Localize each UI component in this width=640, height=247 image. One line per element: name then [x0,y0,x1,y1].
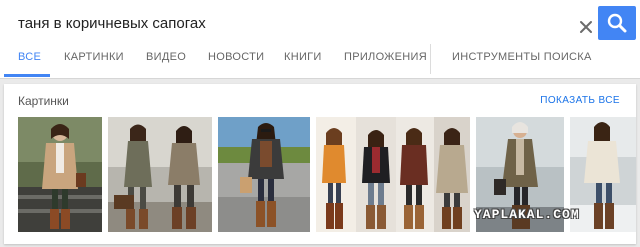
search-header: таня в коричневых сапогах ВСЕ КАРТИНКИ В… [0,0,640,79]
tab-books[interactable]: КНИГИ [284,51,322,63]
watermark-text: YAPLAKAL.COM [474,207,580,222]
search-query-text[interactable]: таня в коричневых сапогах [18,15,206,32]
tab-divider [430,44,431,74]
search-tabs: ВСЕ КАРТИНКИ ВИДЕО НОВОСТИ КНИГИ ПРИЛОЖЕ… [0,42,640,78]
show-all-link[interactable]: ПОКАЗАТЬ ВСЕ [540,95,620,106]
active-tab-indicator [4,74,50,77]
image-thumbnail[interactable] [316,117,470,232]
tab-video[interactable]: ВИДЕО [146,51,186,63]
tab-all[interactable]: ВСЕ [18,51,41,63]
image-thumbnail[interactable] [218,117,310,232]
image-thumbnail[interactable] [108,117,212,232]
images-card-title: Картинки [18,94,69,108]
close-icon[interactable] [578,19,594,35]
image-thumbnail[interactable] [18,117,102,232]
search-input[interactable]: таня в коричневых сапогах [8,6,596,40]
tab-search-tools[interactable]: ИНСТРУМЕНТЫ ПОИСКА [452,51,592,63]
tab-apps[interactable]: ПРИЛОЖЕНИЯ [344,51,427,63]
search-icon [607,13,627,33]
tab-news[interactable]: НОВОСТИ [208,51,264,63]
search-button[interactable] [598,6,636,40]
tab-images[interactable]: КАРТИНКИ [64,51,124,63]
